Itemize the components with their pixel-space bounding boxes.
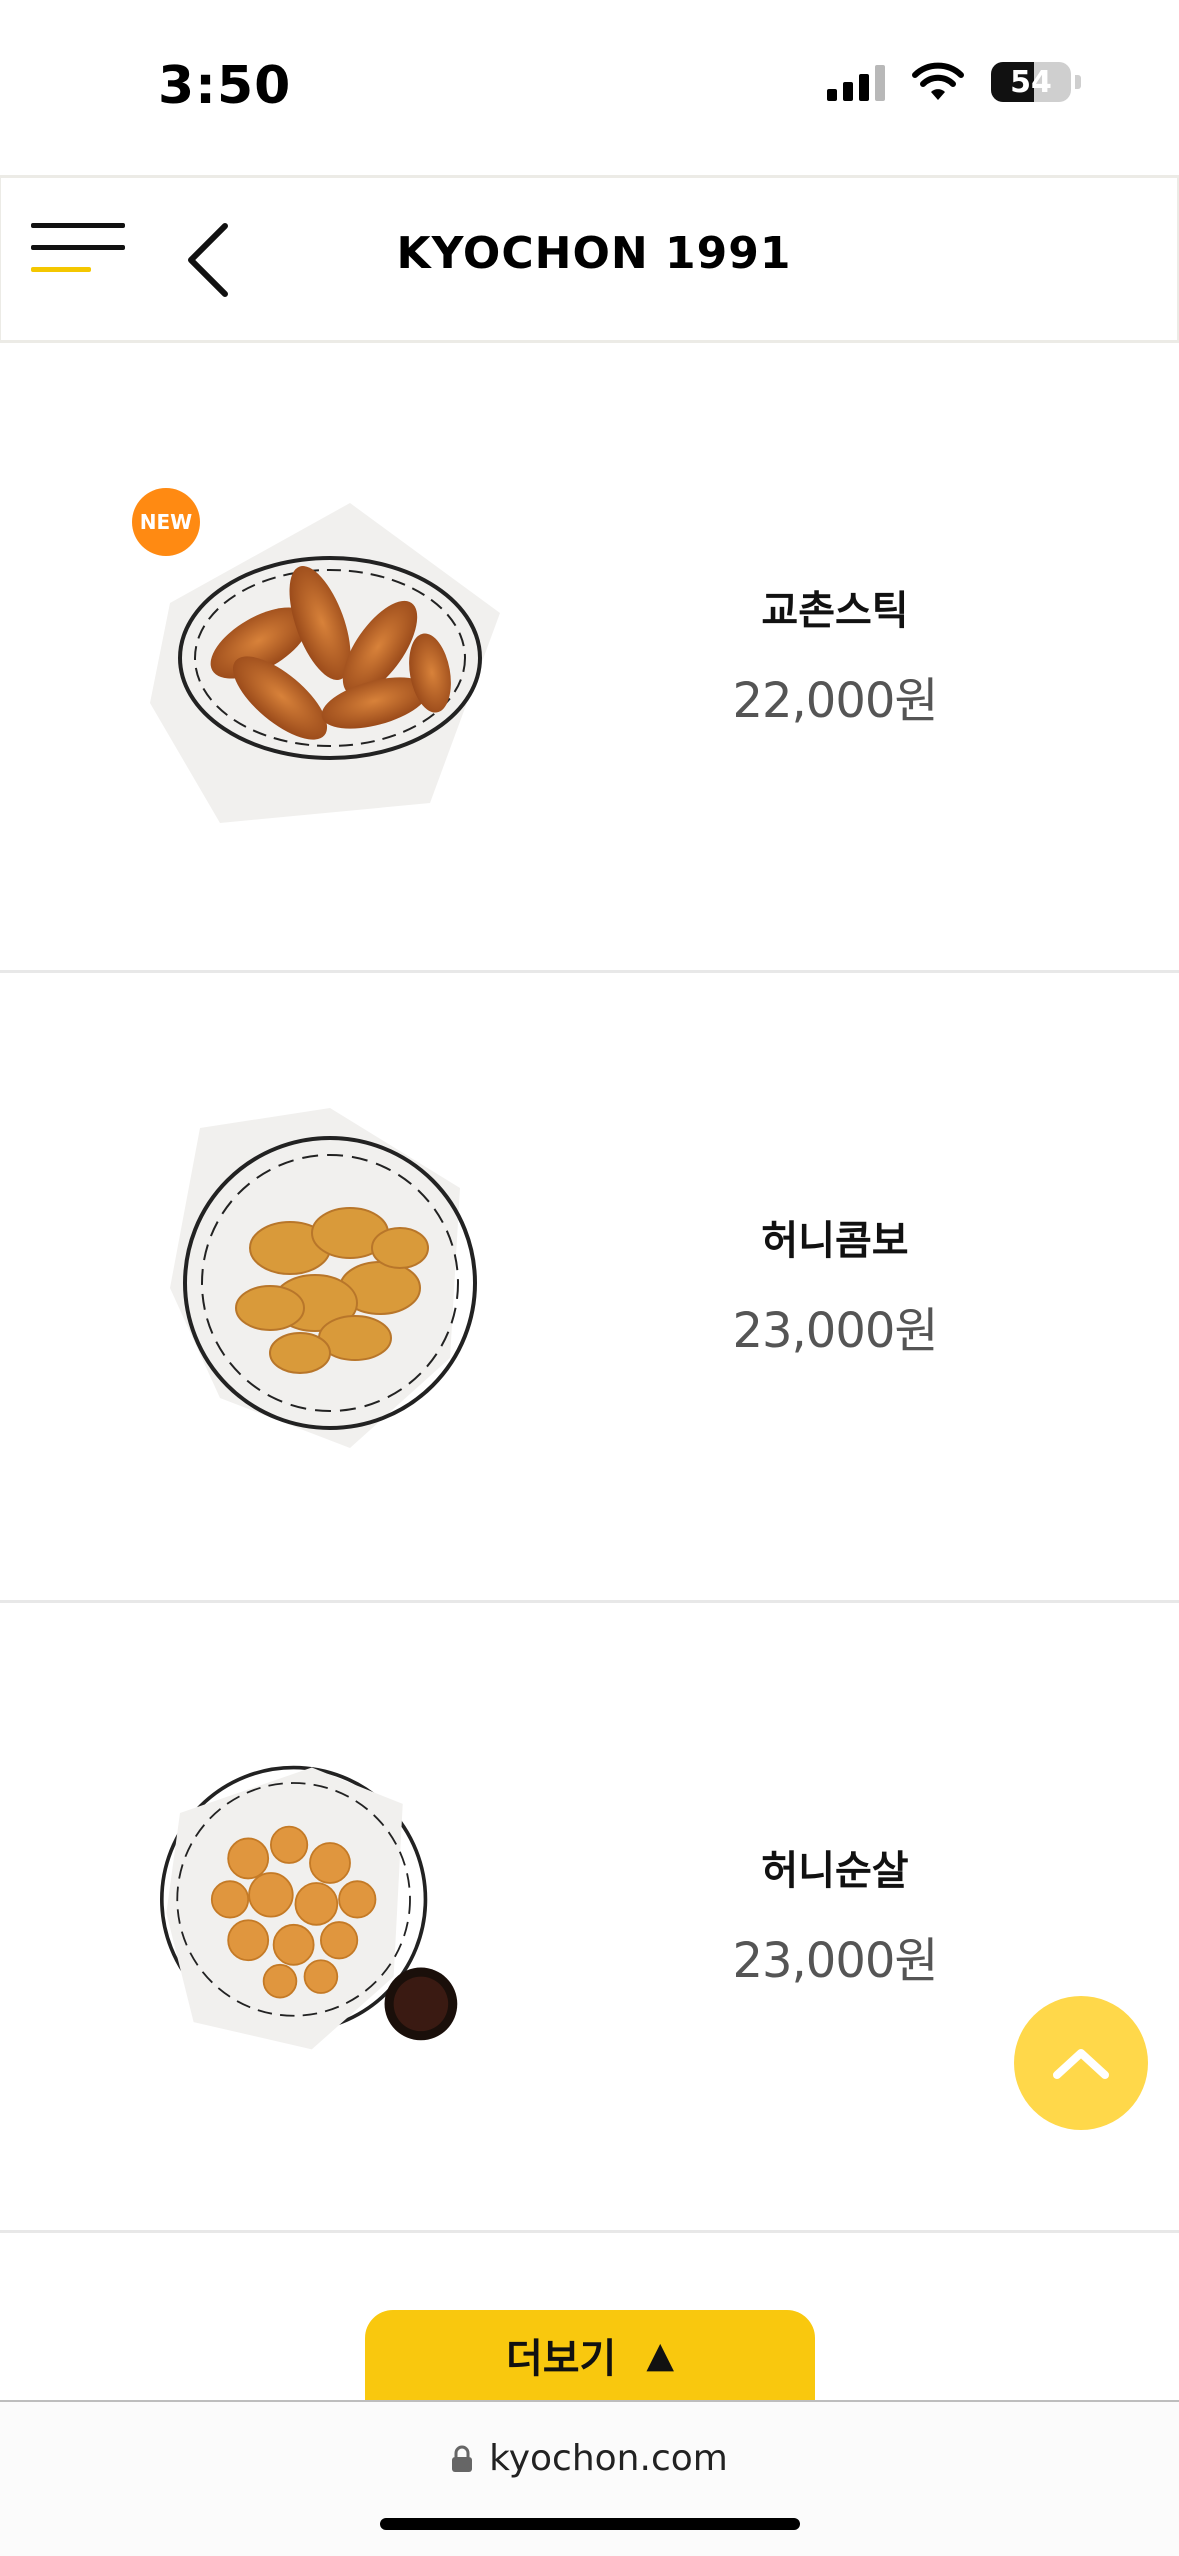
browser-url-bar[interactable]: kyochon.com (0, 2400, 1179, 2556)
product-price: 23,000원 (732, 1933, 938, 1989)
battery-icon: 54 (991, 62, 1071, 102)
more-label: 더보기 (505, 2336, 617, 2382)
product-price: 22,000원 (732, 673, 938, 729)
product-price: 23,000원 (732, 1303, 938, 1359)
url-text: kyochon.com (489, 2438, 728, 2479)
triangle-up-icon: ▲ (646, 2334, 675, 2376)
status-icons: 54 (827, 62, 1081, 102)
product-row[interactable]: 허니콤보 23,000원 (0, 973, 1179, 1603)
honey-boneless-image[interactable] (130, 1733, 530, 2093)
more-button[interactable]: 더보기 ▲ (365, 2310, 815, 2400)
honey-combo-image[interactable] (130, 1098, 530, 1458)
url-display[interactable]: kyochon.com (0, 2438, 1179, 2479)
chevron-up-icon (1053, 2049, 1109, 2079)
home-indicator (380, 2518, 800, 2530)
wifi-icon (912, 62, 964, 100)
status-time: 3:50 (158, 56, 292, 116)
product-list: NEW 교촌스틱 22,000원 허니콤보 23,000원 허니순살 23,00… (0, 343, 1179, 2233)
product-name[interactable]: 교촌스틱 (640, 578, 1030, 636)
product-name[interactable]: 허니콤보 (640, 1208, 1030, 1266)
scroll-top-button[interactable] (1014, 1996, 1148, 2130)
status-bar: 3:50 54 (0, 0, 1179, 175)
site-header: KYOCHON 1991 (0, 175, 1179, 343)
product-row[interactable]: 허니순살 23,000원 (0, 1603, 1179, 2233)
product-row[interactable]: NEW 교촌스틱 22,000원 (0, 343, 1179, 973)
battery-level: 54 (1010, 64, 1052, 100)
lock-icon (452, 2445, 473, 2472)
brand-logo[interactable]: KYOCHON 1991 (1, 228, 1177, 279)
new-badge: NEW (132, 488, 200, 556)
product-name[interactable]: 허니순살 (640, 1838, 1030, 1896)
battery-cap (1075, 75, 1081, 89)
signal-icon (827, 63, 885, 101)
